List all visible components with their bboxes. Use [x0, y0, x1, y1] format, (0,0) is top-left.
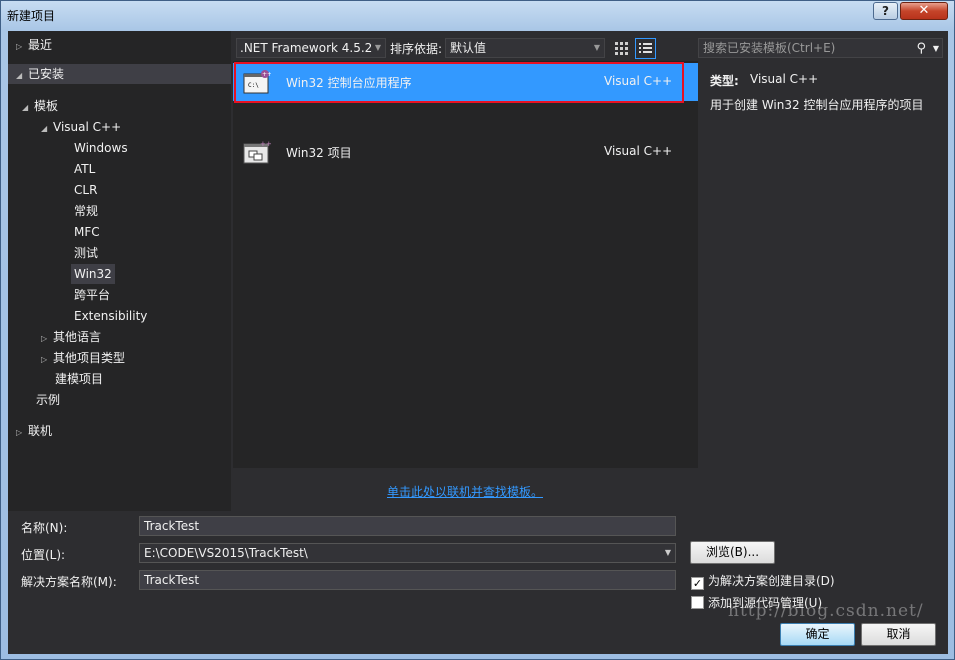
window-title: 新建项目 — [7, 9, 56, 23]
dialog-client: ▷ 最近 ◢ 已安装 ◢ 模板 ◢ Visual C++ Windows ATL CLR… — [8, 31, 948, 654]
chevron-down-icon: ▼ — [593, 43, 600, 52]
list-view-icon — [639, 43, 652, 53]
tree-item-samples[interactable]: 示例 — [36, 390, 60, 410]
browse-button[interactable]: 浏览(B)... — [690, 541, 775, 564]
template-language: Visual C++ — [604, 144, 673, 158]
tree-item-label: 最近 — [28, 38, 53, 52]
tree-item-other-project-types[interactable]: ▷ 其他项目类型 — [41, 348, 125, 368]
template-tree: ▷ 最近 ◢ 已安装 ◢ 模板 ◢ Visual C++ Windows ATL CLR… — [8, 31, 231, 511]
tree-item-templates[interactable]: ◢ 模板 — [22, 96, 58, 116]
svg-text:++: ++ — [260, 140, 271, 148]
project-name-value: TrackTest — [144, 519, 200, 533]
tree-item-windows[interactable]: Windows — [74, 138, 128, 158]
collapse-arrow-icon[interactable]: ◢ — [22, 98, 34, 118]
tree-item-general[interactable]: 常规 — [74, 201, 98, 221]
chevron-down-icon: ▼ — [374, 43, 381, 52]
tree-item-label: 模板 — [34, 99, 59, 113]
tree-item-cross-platform[interactable]: 跨平台 — [74, 285, 110, 305]
expand-arrow-icon[interactable]: ▷ — [16, 423, 28, 443]
chevron-down-icon[interactable]: ▼ — [665, 544, 671, 562]
tree-item-label: Visual C++ — [53, 120, 122, 134]
chevron-down-icon[interactable]: ▼ — [933, 40, 939, 58]
create-directory-label: 为解决方案创建目录(D) — [708, 574, 835, 588]
collapse-arrow-icon[interactable]: ◢ — [16, 66, 28, 86]
solution-name-value: TrackTest — [144, 573, 200, 587]
type-label: 类型: — [710, 74, 739, 88]
grid-view-button[interactable] — [611, 38, 631, 58]
tree-item-recent[interactable]: ▷ 最近 — [16, 35, 52, 55]
ok-button[interactable]: 确定 — [780, 623, 855, 646]
expand-arrow-icon[interactable]: ▷ — [41, 350, 53, 370]
type-value: Visual C++ — [750, 72, 819, 86]
online-templates-link[interactable]: 单击此处以联机并查找模板。 — [387, 483, 543, 500]
title-bar: 新建项目 ? ✕ — [1, 1, 954, 29]
search-icon[interactable]: ⚲ — [916, 40, 926, 58]
tree-item-online[interactable]: ▷ 联机 — [16, 421, 52, 441]
collapse-arrow-icon[interactable]: ◢ — [41, 119, 53, 139]
tree-item-label: 已安装 — [28, 67, 65, 81]
list-view-button[interactable] — [635, 38, 656, 59]
solution-name-field[interactable]: TrackTest — [139, 570, 676, 590]
template-description-panel: 类型: Visual C++ 用于创建 Win32 控制台应用程序的项目 — [704, 61, 948, 468]
checkbox-checked-icon[interactable]: ✓ — [691, 577, 704, 590]
new-project-dialog: 新建项目 ? ✕ ▷ 最近 ◢ 已安装 ◢ 模板 ◢ Visual C++ Window… — [0, 0, 955, 660]
tree-item-atl[interactable]: ATL — [74, 159, 95, 179]
description-text: 用于创建 Win32 控制台应用程序的项目 — [710, 98, 924, 112]
framework-select[interactable]: .NET Framework 4.5.2 ▼ — [236, 38, 386, 58]
win32-project-icon: ++ — [243, 140, 271, 164]
sort-select[interactable]: 默认值 ▼ — [445, 38, 605, 58]
expand-arrow-icon[interactable]: ▷ — [41, 329, 53, 349]
location-label: 位置(L): — [21, 548, 66, 562]
highlight-frame — [234, 62, 684, 103]
tree-item-clr[interactable]: CLR — [74, 180, 97, 200]
tree-item-installed[interactable]: ◢ 已安装 — [8, 64, 231, 84]
sort-label: 排序依据: — [390, 42, 443, 56]
project-name-field[interactable]: TrackTest — [139, 516, 676, 536]
search-placeholder: 搜索已安装模板(Ctrl+E) — [703, 41, 836, 55]
tree-item-extensibility[interactable]: Extensibility — [74, 306, 147, 326]
expand-arrow-icon[interactable]: ▷ — [16, 37, 28, 57]
checkbox-unchecked-icon[interactable] — [691, 596, 704, 609]
tree-item-other-languages[interactable]: ▷ 其他语言 — [41, 327, 101, 347]
tree-item-label: 联机 — [28, 424, 53, 438]
grid-view-icon — [615, 42, 628, 55]
template-list: C:\ ++ Win32 控制台应用程序 Visual C++ ++ Win32… — [233, 61, 698, 468]
tree-item-test[interactable]: 测试 — [74, 243, 98, 263]
template-row-win32-project[interactable]: ++ Win32 项目 Visual C++ — [233, 133, 698, 171]
solution-name-label: 解决方案名称(M): — [21, 575, 117, 589]
create-directory-checkbox[interactable]: ✓ 为解决方案创建目录(D) — [691, 572, 835, 590]
watermark: http://blog.csdn.net/ — [728, 601, 924, 621]
tree-item-win32[interactable]: Win32 — [71, 264, 115, 284]
tree-item-label: 其他项目类型 — [53, 351, 126, 365]
template-name: Win32 项目 — [286, 146, 352, 160]
tree-item-mfc[interactable]: MFC — [74, 222, 100, 242]
search-input[interactable]: 搜索已安装模板(Ctrl+E) ⚲ ▼ — [698, 38, 943, 58]
framework-value: .NET Framework 4.5.2 — [240, 41, 373, 55]
help-button[interactable]: ? — [873, 2, 898, 20]
tree-item-visual-cpp[interactable]: ◢ Visual C++ — [41, 117, 121, 137]
sort-value: 默认值 — [450, 41, 487, 55]
close-button[interactable]: ✕ — [900, 2, 948, 20]
name-label: 名称(N): — [21, 521, 68, 535]
tree-item-label: 其他语言 — [53, 330, 102, 344]
location-field[interactable]: E:\CODE\VS2015\TrackTest\ ▼ — [139, 543, 676, 563]
tree-item-modeling-projects[interactable]: 建模项目 — [55, 369, 103, 389]
location-value: E:\CODE\VS2015\TrackTest\ — [144, 546, 308, 560]
cancel-button[interactable]: 取消 — [861, 623, 936, 646]
